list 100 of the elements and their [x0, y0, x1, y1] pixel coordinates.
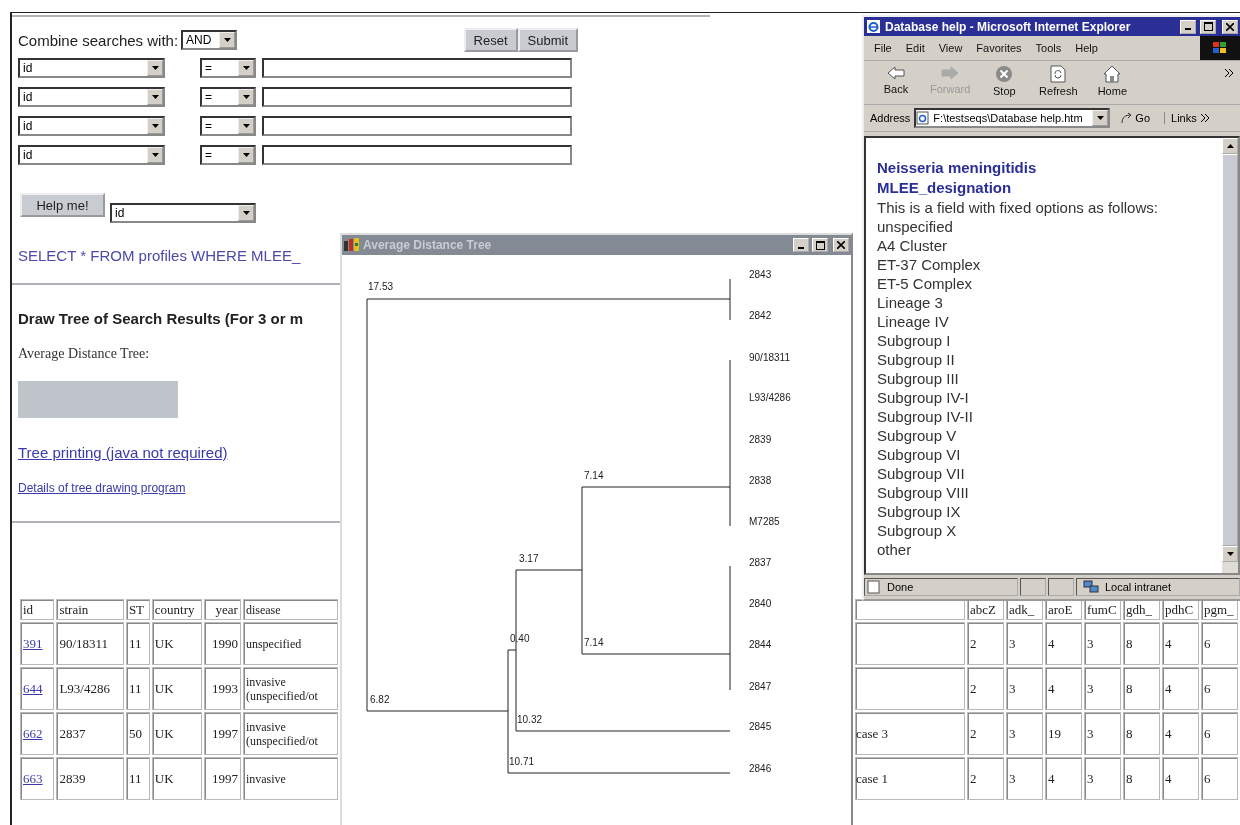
id-link[interactable]: 391 [23, 635, 43, 651]
minimize-button[interactable] [793, 238, 809, 252]
app-icon [344, 238, 360, 252]
table-cell: 6 [1201, 622, 1238, 665]
scrollbar[interactable] [1222, 138, 1238, 573]
back-button[interactable]: Back [876, 65, 916, 95]
combine-label: Combine searches with: [18, 31, 179, 49]
operator-dropdown[interactable]: = [200, 57, 256, 78]
menu-item[interactable]: View [938, 42, 963, 54]
combine-dropdown[interactable]: AND [181, 30, 238, 50]
close-button[interactable] [1222, 19, 1238, 34]
operator-dropdown[interactable]: = [200, 144, 256, 165]
id-link[interactable]: 663 [23, 770, 43, 786]
help-field-dropdown[interactable]: id [110, 203, 256, 223]
page-icon [867, 580, 881, 594]
input-field[interactable] [262, 86, 572, 107]
caret-icon [242, 65, 250, 70]
table-cell: 3 [1006, 667, 1043, 710]
submit-button[interactable]: Submit [517, 28, 578, 52]
right-arrow-icon [940, 65, 961, 81]
caret-icon [151, 65, 159, 70]
table-cell: UK [151, 667, 202, 710]
option-text: Subgroup IV-II [877, 407, 974, 426]
field-dropdown[interactable]: id [18, 115, 165, 136]
id-link[interactable]: 662 [23, 725, 43, 741]
home-button[interactable]: Home [1092, 65, 1133, 97]
column-header: country [151, 599, 202, 620]
table-cell: 3 [1084, 712, 1121, 755]
column-header: ST [125, 599, 150, 620]
links-button[interactable]: Links [1164, 112, 1197, 124]
refresh-button[interactable]: Refresh [1038, 65, 1079, 97]
address-label: Address [870, 112, 911, 124]
leaf-label: 2838 [749, 475, 772, 486]
status-text: Done [887, 581, 914, 593]
table-cell: 3 [1084, 622, 1121, 665]
field-dropdown[interactable]: id [18, 57, 165, 78]
table-cell: 19 [1045, 712, 1082, 755]
branch-length: 0.40 [510, 633, 530, 644]
caret-icon [151, 123, 159, 128]
browser-icon [866, 19, 881, 34]
caret-icon [242, 123, 250, 128]
table-cell: 3 [1084, 667, 1121, 710]
table-cell: 4 [1045, 667, 1082, 710]
option-text: Lineage IV [877, 312, 950, 331]
stop-button[interactable]: Stop [984, 65, 1025, 97]
branch-length: 10.71 [509, 756, 535, 767]
column-header: disease [242, 599, 338, 620]
field-dropdown[interactable]: id [18, 144, 165, 165]
menu-item[interactable]: Edit [905, 42, 925, 54]
table-cell: 1997 [203, 712, 241, 755]
table-cell: 4 [1162, 757, 1199, 800]
operator-dropdown[interactable]: = [200, 86, 256, 107]
branch-length: 3.17 [519, 553, 539, 564]
id-link[interactable]: 644 [23, 680, 43, 696]
menu-item[interactable]: File [874, 42, 892, 54]
window-title: Average Distance Tree [363, 238, 492, 252]
option-text: Subgroup IX [877, 502, 962, 521]
table-cell: invasive (unspecified/ot [242, 712, 338, 755]
tree-printing-link[interactable]: Tree printing (java not required) [18, 444, 228, 461]
caret-icon [242, 211, 250, 215]
close-icon [1226, 22, 1234, 31]
option-text: Subgroup VI [877, 445, 962, 464]
chevron-icon [1200, 114, 1210, 122]
table-cell: UK [151, 712, 202, 755]
table-cell: 1990 [203, 622, 241, 665]
option-text: Subgroup II [877, 350, 956, 369]
help-button[interactable]: Help me! [20, 193, 105, 217]
table-cell: 11 [125, 757, 150, 800]
caret-icon [242, 94, 250, 99]
menu-item[interactable]: Tools [1035, 42, 1062, 54]
operator-dropdown[interactable]: = [200, 115, 256, 136]
maximize-button[interactable] [1200, 19, 1216, 34]
go-button[interactable]: Go [1120, 112, 1151, 124]
up-arrow-icon [1226, 144, 1234, 148]
input-field[interactable] [262, 144, 572, 165]
column-header: year [203, 599, 241, 620]
home-icon [1102, 65, 1123, 83]
caret-icon [151, 94, 159, 99]
option-text: Lineage 3 [877, 293, 944, 312]
field-dropdown[interactable]: id [18, 86, 165, 107]
close-button[interactable] [833, 238, 849, 252]
table-cell: 3 [1006, 712, 1043, 755]
leaf-label: 2840 [749, 598, 772, 609]
minimize-button[interactable] [1180, 19, 1196, 34]
caret-icon [223, 38, 231, 42]
leaf-label: 90/18311 [749, 352, 790, 363]
table-cell: invasive [242, 757, 338, 800]
address-field[interactable]: F:\testseqs\Database help.htm [914, 108, 1111, 128]
table-cell: L93/4286 [56, 667, 124, 710]
help-text: This is a field with fixed options as follows: [877, 198, 1159, 217]
option-text: Subgroup X [877, 521, 958, 540]
table-cell: unspecified [242, 622, 338, 665]
reset-button[interactable]: Reset [463, 28, 518, 52]
input-field[interactable] [262, 57, 572, 78]
maximize-button[interactable] [812, 238, 828, 252]
input-field[interactable] [262, 115, 572, 136]
details-link[interactable]: Details of tree drawing program [18, 481, 186, 495]
menu-item[interactable]: Help [1075, 42, 1098, 54]
column-header: strain [56, 599, 124, 620]
menu-item[interactable]: Favorites [976, 42, 1022, 54]
